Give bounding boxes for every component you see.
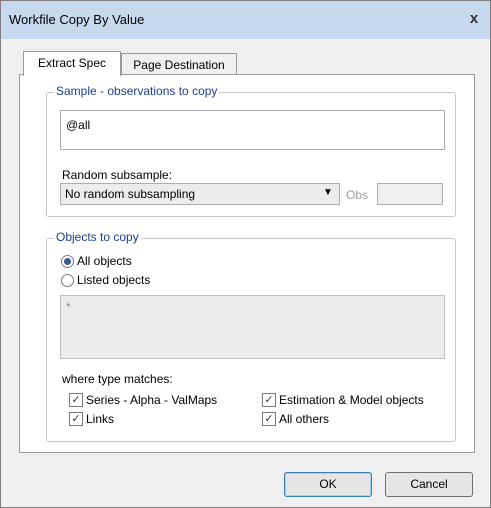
- obs-input[interactable]: [377, 183, 443, 205]
- checkbox-all-others-label[interactable]: All others: [279, 412, 329, 426]
- window-title: Workfile Copy By Value: [9, 12, 145, 27]
- radio-selected-dot: [64, 258, 71, 265]
- checkbox-series-label[interactable]: Series - Alpha - ValMaps: [86, 393, 217, 407]
- sample-group-title: Sample - observations to copy: [54, 84, 220, 98]
- objects-group: Objects to copy All objects Listed objec…: [46, 230, 456, 442]
- radio-all-objects[interactable]: [61, 255, 74, 268]
- tab-extract-spec[interactable]: Extract Spec: [23, 51, 121, 76]
- random-subsample-label: Random subsample:: [62, 168, 173, 182]
- sample-group: Sample - observations to copy @all Rando…: [46, 84, 456, 217]
- cancel-button[interactable]: Cancel: [385, 472, 473, 497]
- random-subsample-select[interactable]: No random subsampling ▼: [60, 183, 340, 205]
- checkbox-links-label[interactable]: Links: [86, 412, 114, 426]
- tab-panel-extract-spec: Sample - observations to copy @all Rando…: [19, 74, 475, 453]
- title-bar[interactable]: Workfile Copy By Value x: [1, 1, 490, 39]
- listed-objects-value: *: [66, 300, 71, 314]
- objects-group-title: Objects to copy: [54, 230, 141, 244]
- workfile-copy-dialog: Workfile Copy By Value x Extract Spec Pa…: [0, 0, 491, 508]
- type-matches-label: where type matches:: [62, 372, 173, 386]
- obs-label: Obs: [346, 188, 369, 202]
- radio-listed-objects-label[interactable]: Listed objects: [77, 273, 150, 287]
- sample-input-value: @all: [66, 118, 91, 132]
- radio-all-objects-label[interactable]: All objects: [77, 254, 132, 268]
- listed-objects-input[interactable]: *: [60, 295, 445, 359]
- radio-listed-objects[interactable]: [61, 274, 74, 287]
- sample-input[interactable]: @all: [60, 110, 445, 150]
- close-icon[interactable]: x: [465, 10, 483, 28]
- checkbox-all-others[interactable]: ✓: [262, 412, 276, 426]
- tab-page-destination[interactable]: Page Destination: [121, 53, 237, 76]
- checkbox-estimation-label[interactable]: Estimation & Model objects: [279, 393, 424, 407]
- chevron-down-icon: ▼: [323, 187, 333, 198]
- random-subsample-value: No random subsampling: [65, 187, 196, 201]
- checkbox-estimation[interactable]: ✓: [262, 393, 276, 407]
- ok-button[interactable]: OK: [284, 472, 372, 497]
- checkbox-links[interactable]: ✓: [69, 412, 83, 426]
- checkbox-series[interactable]: ✓: [69, 393, 83, 407]
